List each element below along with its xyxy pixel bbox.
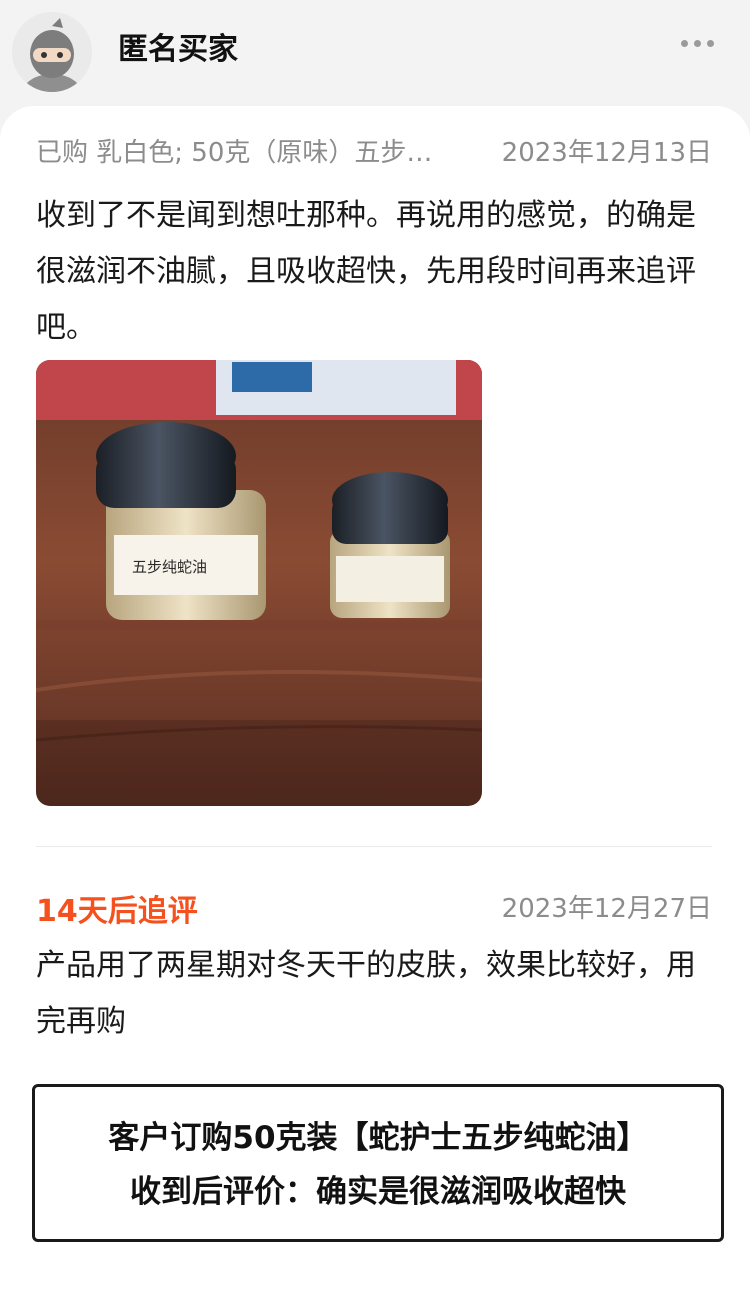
jar-label: 五步纯蛇油 [132, 558, 207, 576]
summary-callout: 客户订购50克装【蛇护士五步纯蛇油】 收到后评价：确实是很滋润吸收超快 [32, 1084, 724, 1242]
followup-text: 产品用了两星期对冬天干的皮肤，效果比较好，用完再购 [36, 948, 696, 1039]
review-date: 2023年12月13日 [501, 138, 712, 168]
callout-line-2: 收到后评价：确实是很滋润吸收超快 [130, 1174, 626, 1210]
followup-date: 2023年12月27日 [501, 894, 712, 924]
username: 匿名买家 [118, 32, 238, 67]
product-photo-image: 五步纯蛇油 [36, 360, 482, 806]
review-photo[interactable]: 五步纯蛇油 [36, 360, 482, 806]
callout-line-1: 客户订购50克装【蛇护士五步纯蛇油】 [108, 1120, 648, 1156]
review-header: 匿名买家 [0, 0, 750, 100]
review-card: 已购 乳白色; 50克（原味）五步… 2023年12月13日 收到了不是闻到想吐… [0, 106, 750, 1305]
followup-title: 14天后追评 [36, 894, 198, 929]
avatar[interactable] [12, 12, 92, 92]
more-dots-icon[interactable] [681, 40, 714, 47]
anonymous-ninja-avatar-icon [12, 12, 92, 92]
purchased-sku: 已购 乳白色; 50克（原味）五步… [36, 138, 433, 168]
section-divider [36, 846, 712, 847]
review-text: 收到了不是闻到想吐那种。再说用的感觉，的确是很滋润不油腻，且吸收超快，先用段时间… [36, 198, 696, 345]
